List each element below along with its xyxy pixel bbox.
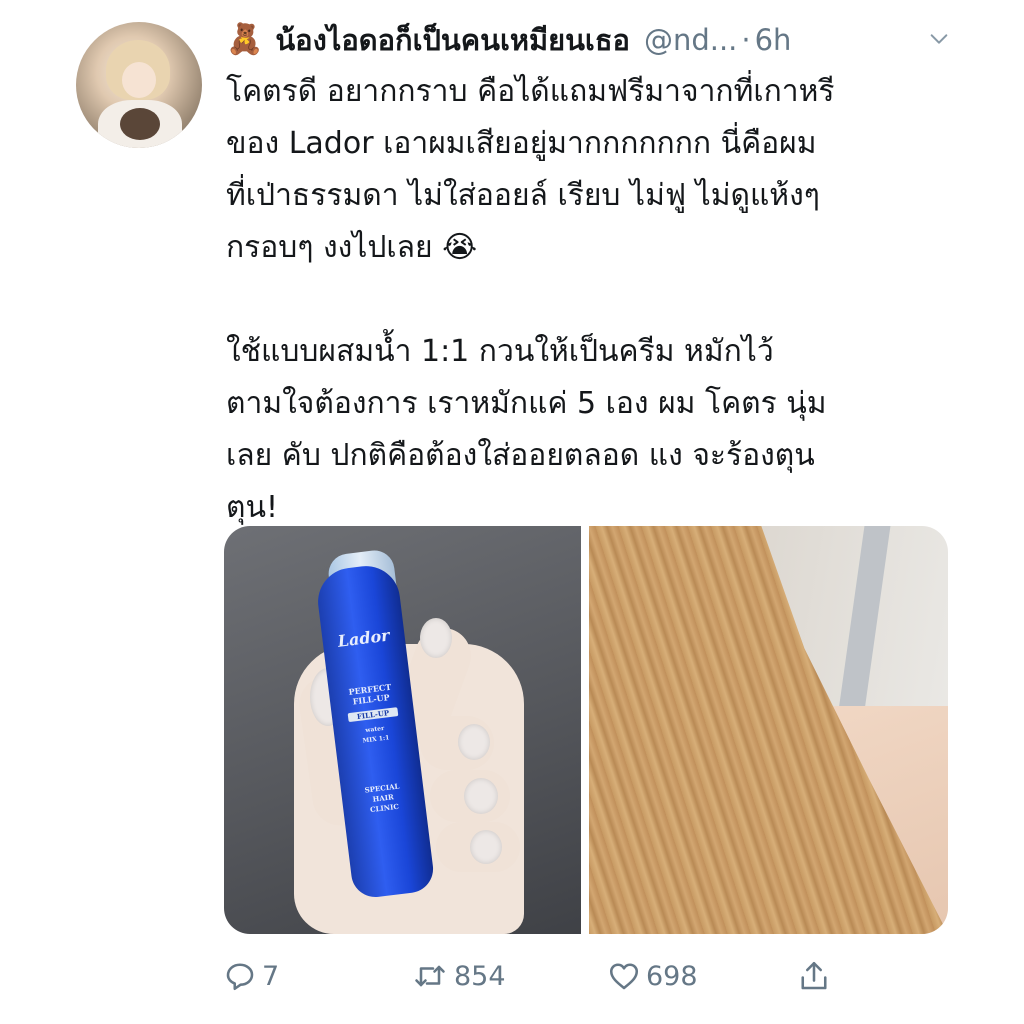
action-bar: 7 854 698 [222,950,962,1002]
tweet-text-line: ของ Lador เอาผมเสียอยู่มากกกกกกก นี่คือผ… [226,126,817,161]
display-name[interactable]: น้องไอดอก็เป็นคนเหมียนเธอ [275,17,630,63]
chevron-down-icon[interactable] [928,28,950,50]
tweet-header: 🧸 น้องไอดอก็เป็นคนเหมียนเธอ @nd... · 6h [226,18,791,62]
tweet-text-line: ใช้แบบผสมน้ำ 1:1 กวนให้เป็นครีม หมักไว้ [226,334,774,369]
tweet-text-line: กรอบๆ งงไปเลย 😭 [226,230,478,265]
like-button[interactable]: 698 [606,950,698,1002]
tweet-media: Lador PERFECT FILL-UP FILL-UP water MIX … [224,526,948,934]
reply-icon [226,963,254,991]
retweet-count: 854 [454,960,506,992]
tweet-text-line: โคตรดี อยากกราบ คือได้แถมฟรีมาจากที่เกาห… [226,74,835,109]
avatar[interactable] [76,22,202,148]
tweet-text: โคตรดี อยากกราบ คือได้แถมฟรีมาจากที่เกาห… [226,66,966,534]
tweet-text-line: ตามใจต้องการ เราหมักแค่ 5 เอง ผม โคตร นุ… [226,386,827,421]
next-tweet-fragment [384,1012,414,1024]
teddy-bear-emoji: 🧸 [226,22,264,57]
fingernail [464,778,498,814]
retweet-button[interactable]: 854 [410,950,506,1002]
vial-brand: Lador [336,625,391,651]
user-handle[interactable]: @nd... [644,23,737,57]
vial-label-line: FILL-UP [347,707,399,723]
retweet-icon [415,965,445,987]
like-count: 698 [646,960,698,992]
share-button[interactable] [796,950,836,1002]
photo-hair-result[interactable] [589,526,948,934]
timestamp[interactable]: 6h [755,23,792,57]
share-icon [801,961,827,990]
separator-dot: · [741,23,751,57]
reply-button[interactable]: 7 [222,950,279,1002]
tweet-text-line: เลย คับ ปกติคือต้องใส่ออยตลอด แง จะร้องต… [226,438,815,473]
avatar-face [122,62,156,98]
fingernail [420,618,452,658]
fingernail [470,830,502,864]
fingernail [458,724,490,760]
tweet-text-line: ที่เป่าธรรมดา ไม่ใส่ออยล์ เรียบ ไม่ฟู ไม… [226,178,820,213]
photo-product-vial[interactable]: Lador PERFECT FILL-UP FILL-UP water MIX … [224,526,581,934]
avatar-dog [120,108,160,140]
heart-icon [609,963,639,990]
reply-count: 7 [262,960,280,992]
